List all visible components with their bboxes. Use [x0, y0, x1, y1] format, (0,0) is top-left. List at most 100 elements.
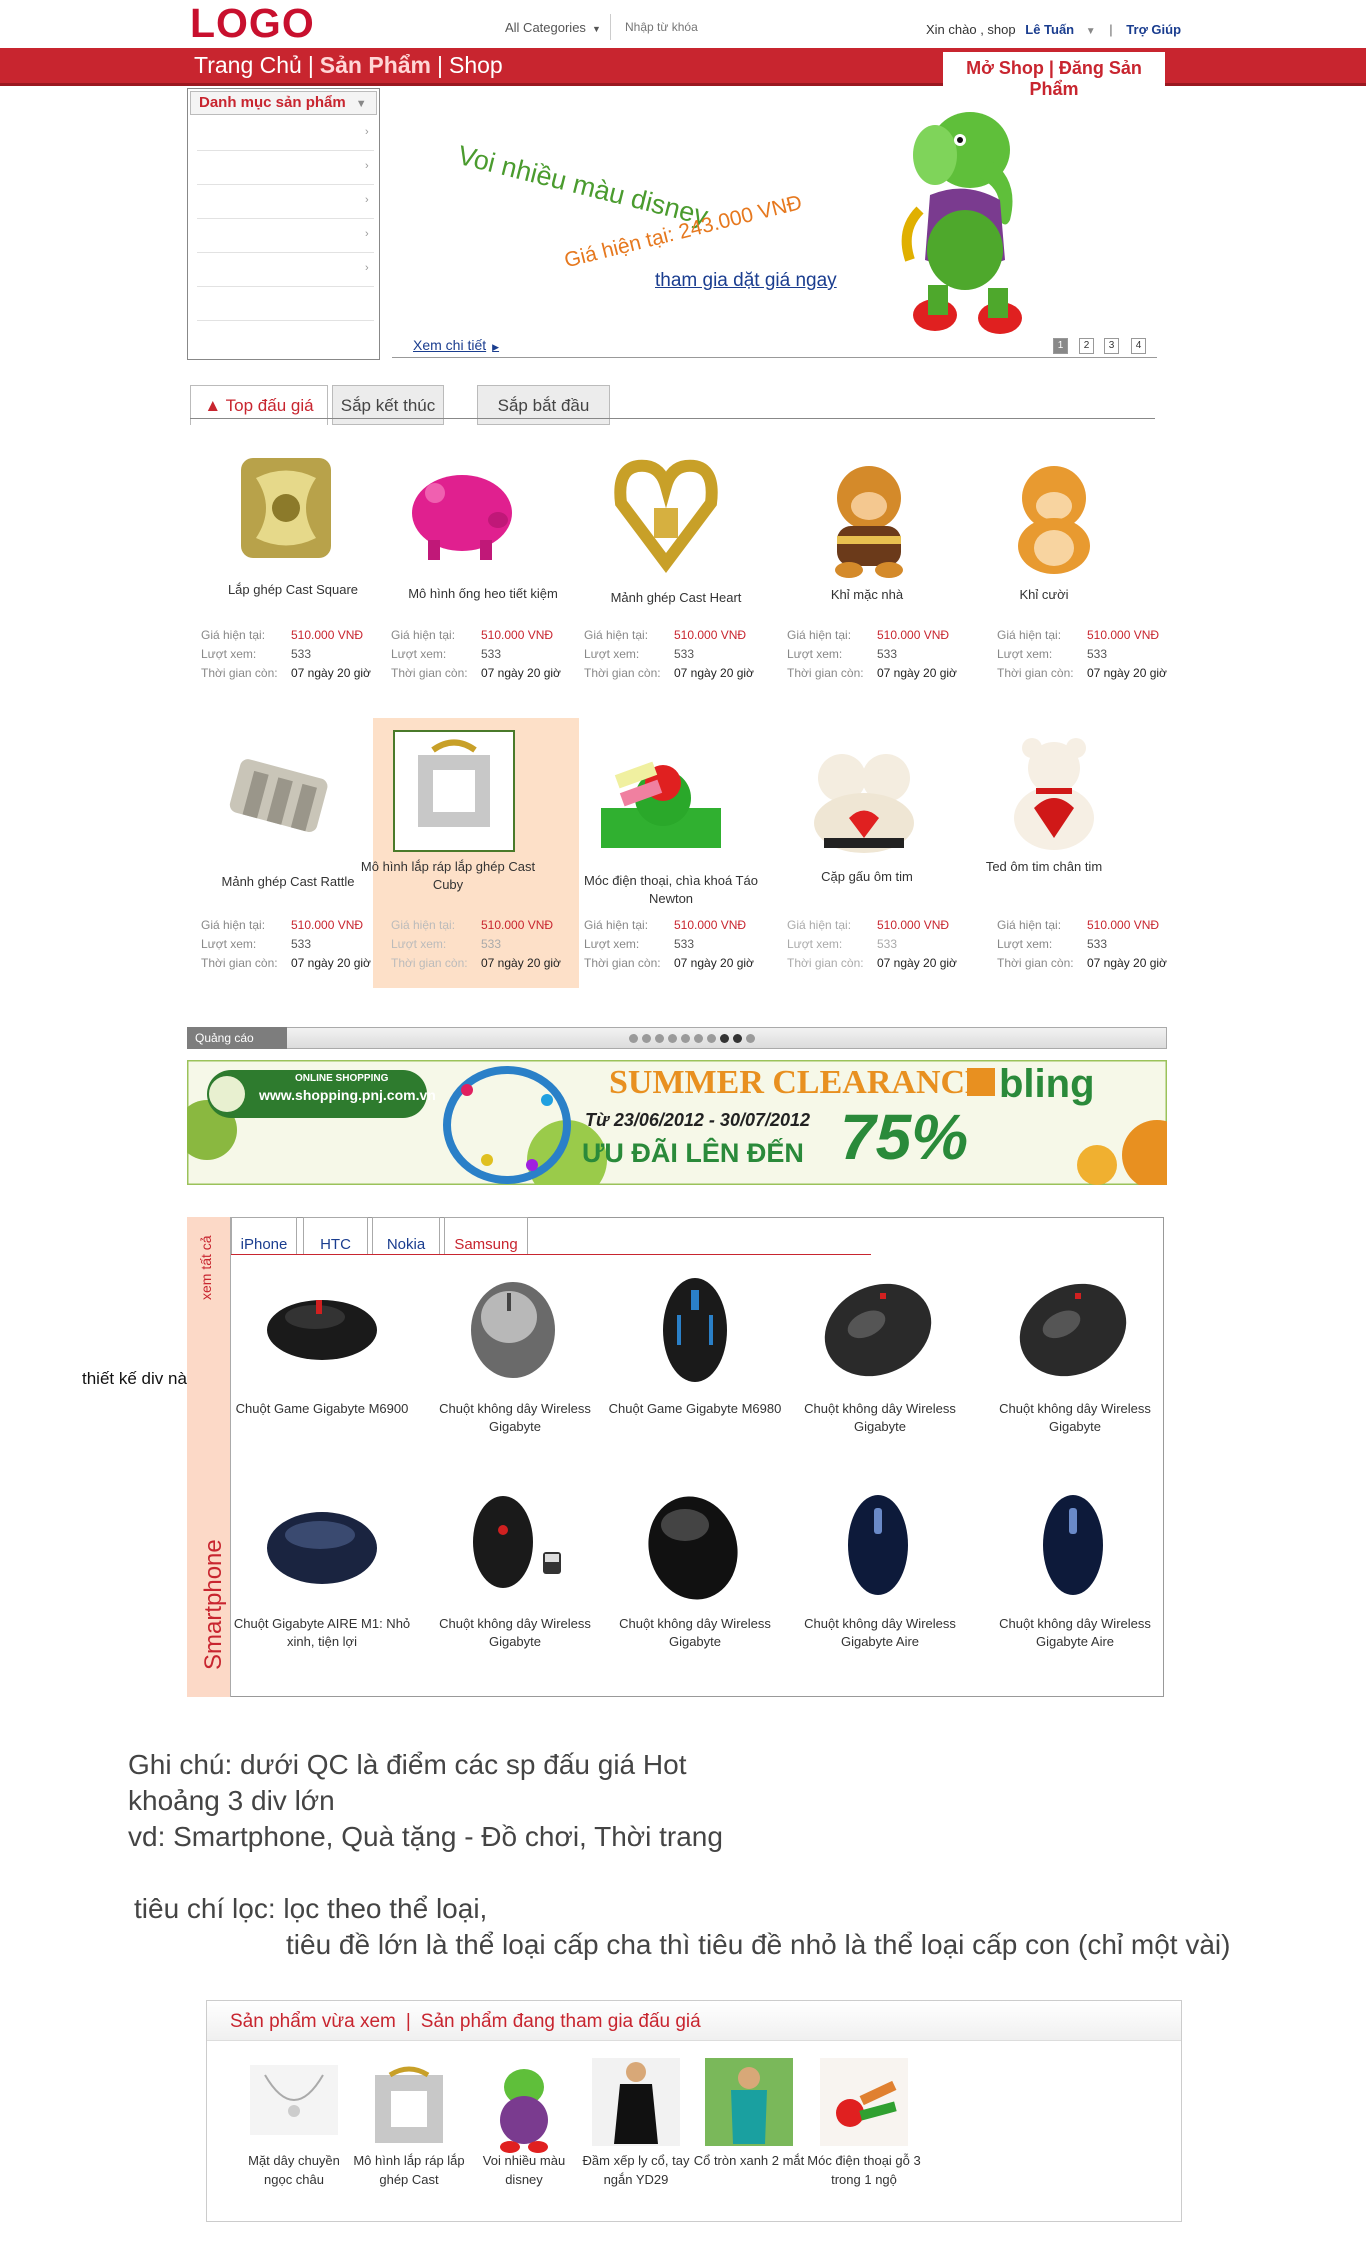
nav-shop[interactable]: Shop: [449, 52, 503, 78]
product-image[interactable]: [818, 1275, 938, 1385]
elephant-toy-image[interactable]: [880, 100, 1050, 345]
pager-1[interactable]: 1: [1053, 338, 1068, 354]
category-select[interactable]: All Categories ▼: [505, 20, 601, 35]
product-name[interactable]: Chuột không dây Wireless Gigabyte Aire: [985, 1615, 1165, 1651]
product-card[interactable]: Ted ôm tim chân tim Giá hiện tại: 510.000…: [986, 718, 1184, 983]
product-image[interactable]: [635, 1275, 755, 1385]
search-input[interactable]: [610, 14, 770, 40]
category-menu-header[interactable]: Danh mục sản phẩm ▼: [190, 91, 377, 115]
chevron-down-icon[interactable]: ▼: [1086, 26, 1096, 37]
product-image[interactable]: [804, 738, 924, 863]
product-card[interactable]: Lắp ghép Cast Square Giá hiện tại: 510.00…: [198, 448, 388, 713]
hero-detail-link[interactable]: Xem chi tiết ▶: [413, 337, 499, 353]
product-name[interactable]: Chuột Game Gigabyte M6980: [605, 1400, 785, 1418]
tab-recently-viewed[interactable]: Sản phẩm vừa xem: [230, 2011, 396, 2032]
carousel-dot[interactable]: [642, 1034, 651, 1043]
product-thumbnail[interactable]: [705, 2058, 793, 2146]
product-name[interactable]: Mặt dây chuyền ngọc châu: [234, 2151, 354, 2189]
user-menu[interactable]: Lê Tuấn: [1025, 22, 1074, 37]
product-card[interactable]: Mô hình ống heo tiết kiệm Giá hiện tại: 5…: [388, 448, 578, 713]
product-name[interactable]: Chuột không dây Wireless Gigabyte: [425, 1400, 605, 1436]
pager-2[interactable]: 2: [1079, 338, 1094, 354]
product-card[interactable]: Cặp gấu ôm tim Giá hiện tại: 510.000 VNĐ …: [784, 718, 974, 983]
tab-samsung[interactable]: Samsung: [444, 1217, 528, 1255]
product-image[interactable]: [260, 1490, 380, 1600]
product-image[interactable]: [453, 1275, 573, 1385]
tab-ending-soon[interactable]: Sắp kết thúc: [332, 385, 444, 425]
category-row[interactable]: [197, 286, 374, 287]
product-thumbnail[interactable]: [365, 2065, 453, 2153]
product-name[interactable]: Mô hình lắp ráp lắp ghép Cast Cuby: [353, 858, 543, 894]
carousel-dot[interactable]: [707, 1034, 716, 1043]
carousel-dot[interactable]: [746, 1034, 755, 1043]
carousel-dot[interactable]: [629, 1034, 638, 1043]
product-image[interactable]: [1013, 1275, 1133, 1385]
product-name[interactable]: Chuột không dây Wireless Gigabyte Aire: [790, 1615, 970, 1651]
hero-bid-link[interactable]: tham gia dặt giá ngay: [655, 270, 837, 292]
product-name[interactable]: Mô hình ống heo tiết kiệm: [388, 585, 578, 603]
product-card[interactable]: Mảnh ghép Cast Heart Giá hiện tại: 510.00…: [581, 448, 771, 713]
product-card[interactable]: Khỉ cười Giá hiện tại: 510.000 VNĐ Lượt x…: [994, 448, 1184, 713]
product-image[interactable]: [218, 738, 338, 863]
product-name[interactable]: Mô hình lắp ráp lắp ghép Cast: [349, 2151, 469, 2189]
product-name[interactable]: Lắp ghép Cast Square: [198, 581, 388, 599]
product-name[interactable]: Chuột Game Gigabyte M6900: [232, 1400, 412, 1418]
product-name[interactable]: Chuột không dây Wireless Gigabyte: [985, 1400, 1165, 1436]
product-image[interactable]: [606, 448, 726, 573]
nav-products[interactable]: Sản Phẩm: [320, 52, 431, 78]
product-name[interactable]: Cặp gấu ôm tim: [772, 868, 962, 886]
product-image[interactable]: [994, 458, 1114, 583]
pager-3[interactable]: 3: [1104, 338, 1119, 354]
tab-iphone[interactable]: iPhone: [231, 1217, 297, 1255]
category-row[interactable]: [197, 184, 374, 185]
carousel-dot[interactable]: [668, 1034, 677, 1043]
product-name[interactable]: Đầm xếp ly cổ, tay ngắn YD29: [576, 2151, 696, 2189]
category-row[interactable]: [197, 252, 374, 253]
product-image[interactable]: [809, 458, 929, 583]
product-image[interactable]: [1013, 1490, 1133, 1600]
product-name[interactable]: Chuột không dây Wireless Gigabyte: [425, 1615, 605, 1651]
product-name[interactable]: Chuột không dây Wireless Gigabyte: [790, 1400, 970, 1436]
category-row[interactable]: [197, 320, 374, 321]
product-image[interactable]: [818, 1490, 938, 1600]
product-image[interactable]: [260, 1275, 380, 1385]
category-row[interactable]: [197, 150, 374, 151]
help-link[interactable]: Trợ Giúp: [1126, 22, 1181, 37]
tab-top-auction[interactable]: ▲ Top đấu giá: [190, 385, 328, 425]
product-name[interactable]: Cổ tròn xanh 2 mắt: [689, 2151, 809, 2170]
product-thumbnail[interactable]: [592, 2058, 680, 2146]
product-name[interactable]: Chuột Gigabyte AIRE M1: Nhỏ xinh, tiện l…: [232, 1615, 412, 1651]
open-shop-button[interactable]: Mở Shop | Đăng Sản Phẩm: [943, 52, 1165, 99]
product-name[interactable]: Mảnh ghép Cast Heart: [581, 589, 771, 607]
ad-banner[interactable]: ONLINE SHOPPING www.shopping.pnj.com.vn …: [187, 1060, 1167, 1185]
carousel-dot-active[interactable]: [720, 1034, 729, 1043]
product-card[interactable]: Móc điện thoại, chìa khoá Táo Newton Giá…: [581, 718, 771, 983]
product-name[interactable]: Ted ôm tim chân tim: [949, 858, 1139, 876]
tab-starting-soon[interactable]: Sắp bắt đầu: [477, 385, 610, 425]
logo[interactable]: LOGO: [190, 0, 315, 47]
product-image[interactable]: [453, 1490, 573, 1600]
tab-htc[interactable]: HTC: [303, 1217, 368, 1255]
product-thumbnail[interactable]: [250, 2065, 338, 2153]
product-name[interactable]: Khỉ mặc nhà: [772, 586, 962, 604]
product-image[interactable]: [393, 730, 515, 852]
product-name[interactable]: Móc điện thoại gỗ 3 trong 1 ngộ: [804, 2151, 924, 2189]
product-image[interactable]: [226, 448, 346, 573]
carousel-dot[interactable]: [694, 1034, 703, 1043]
product-card[interactable]: Khỉ mặc nhà Giá hiện tại: 510.000 VNĐ Lượ…: [784, 448, 974, 713]
product-name[interactable]: Voi nhiều màu disney: [464, 2151, 584, 2189]
nav-home[interactable]: Trang Chủ: [194, 52, 302, 78]
carousel-dot[interactable]: [655, 1034, 664, 1043]
product-name[interactable]: Chuột không dây Wireless Gigabyte: [605, 1615, 785, 1651]
category-row[interactable]: [197, 218, 374, 219]
product-image[interactable]: [635, 1490, 755, 1600]
carousel-dot-active[interactable]: [733, 1034, 742, 1043]
product-name[interactable]: Móc điện thoại, chìa khoá Táo Newton: [576, 872, 766, 908]
tab-bidding[interactable]: Sản phẩm đang tham gia đấu giá: [421, 2011, 701, 2032]
product-card[interactable]: Mảnh ghép Cast Rattle Giá hiện tại: 510.0…: [198, 718, 388, 983]
product-image[interactable]: [400, 448, 520, 573]
product-name[interactable]: Khỉ cười: [949, 586, 1139, 604]
pager-4[interactable]: 4: [1131, 338, 1146, 354]
product-card-highlighted[interactable]: Mô hình lắp ráp lắp ghép Cast Cuby Giá h…: [361, 718, 579, 988]
carousel-dot[interactable]: [681, 1034, 690, 1043]
